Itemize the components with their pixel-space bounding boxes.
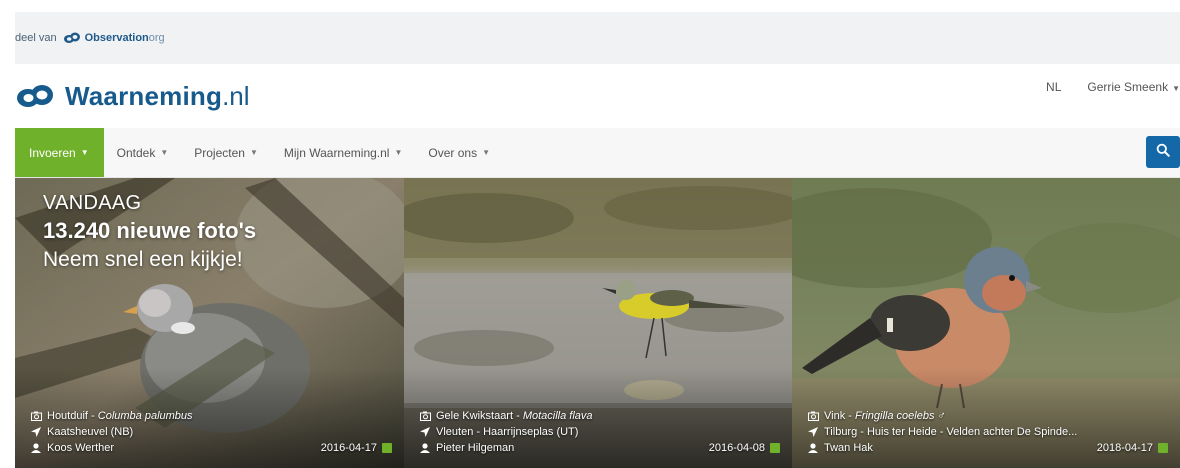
location-arrow-icon (806, 427, 820, 437)
species-row: Vink - Fringilla coelebs ♂ (806, 408, 1168, 424)
chevron-down-icon: ▼ (1172, 84, 1180, 93)
partner-tld: org (148, 32, 165, 44)
observer-row: Pieter Hilgeman 2016-04-08 (418, 440, 780, 456)
scientific-name: Motacilla flava (522, 410, 593, 422)
location-arrow-icon (29, 427, 43, 437)
location-link[interactable]: Kaatsheuvel (NB) (47, 424, 133, 440)
photo-date: 2016-04-08 (708, 442, 765, 454)
location-row: Tilburg - Huis ter Heide - Velden achter… (806, 424, 1168, 440)
photo-date: 2016-04-17 (320, 442, 377, 454)
location-arrow-icon (418, 427, 432, 437)
observer-row: Twan Hak 2018-04-17 (806, 440, 1168, 456)
user-name: Gerrie Smeenk (1087, 80, 1169, 94)
species-name: Houtduif (47, 410, 88, 422)
photo-card[interactable]: Gele Kwikstaart - Motacilla flava Vleute… (404, 178, 792, 468)
promo-count: 13.240 nieuwe foto's (43, 218, 257, 243)
observer-link[interactable]: Twan Hak (824, 440, 873, 456)
validated-icon (382, 443, 392, 453)
observer-link[interactable]: Koos Werther (47, 440, 114, 456)
nav-item-label: Projecten (194, 145, 245, 160)
camera-icon (29, 411, 43, 421)
waarneming-logo-icon (15, 84, 55, 108)
partner-bar: deel van Observationorg (15, 12, 1180, 64)
nav-item-label: Mijn Waarneming.nl (283, 145, 390, 160)
photo-caption: Vink - Fringilla coelebs ♂ Tilburg - Hui… (806, 408, 1168, 456)
species-name: Gele Kwikstaart (436, 410, 514, 422)
user-icon (806, 443, 820, 453)
site-header: Waarneming .nl NL Gerrie Smeenk ▼ (15, 64, 1180, 128)
observer-row: Koos Werther 2016-04-17 (29, 440, 392, 456)
brand-link[interactable]: Waarneming .nl (15, 81, 250, 112)
chevron-down-icon: ▼ (249, 148, 258, 157)
main-nav: Invoeren ▼ Ontdek ▼ Projecten ▼ Mijn Waarne… (15, 128, 1180, 178)
promo-cta: Neem snel een kijkje! (43, 248, 243, 271)
location-row: Vleuten - Haarrijnseplas (UT) (418, 424, 780, 440)
language-selector[interactable]: NL (1046, 80, 1061, 94)
photo-card[interactable]: Vink - Fringilla coelebs ♂ Tilburg - Hui… (792, 178, 1180, 468)
nav-item-over-ons[interactable]: Over ons ▼ (415, 128, 503, 177)
species-row: Gele Kwikstaart - Motacilla flava (418, 408, 780, 424)
observation-logo-icon[interactable] (63, 32, 81, 44)
nav-item-invoeren[interactable]: Invoeren ▼ (15, 128, 104, 177)
species-link[interactable]: Gele Kwikstaart - Motacilla flava (436, 408, 593, 424)
validated-icon (770, 443, 780, 453)
validated-icon (1158, 443, 1168, 453)
brand-tld: .nl (222, 80, 250, 111)
promo-heading: VANDAAG (43, 192, 142, 214)
brand-name: Waarneming (65, 80, 223, 111)
photo-showcase: VANDAAG 13.240 nieuwe foto's Neem snel e… (15, 178, 1180, 468)
nav-item-projecten[interactable]: Projecten ▼ (181, 128, 271, 177)
species-link[interactable]: Vink - Fringilla coelebs ♂ (824, 408, 946, 424)
nav-item-ontdek[interactable]: Ontdek ▼ (104, 128, 182, 177)
location-row: Kaatsheuvel (NB) (29, 424, 392, 440)
user-icon (418, 443, 432, 453)
search-button[interactable] (1146, 136, 1180, 168)
partner-link[interactable]: Observationorg (85, 32, 165, 44)
user-icon (29, 443, 43, 453)
promo-banner[interactable]: VANDAAG 13.240 nieuwe foto's Neem snel e… (43, 192, 256, 272)
location-link[interactable]: Vleuten - Haarrijnseplas (UT) (436, 424, 578, 440)
photo-card[interactable]: VANDAAG 13.240 nieuwe foto's Neem snel e… (15, 178, 404, 468)
nav-item-label: Invoeren (29, 145, 76, 160)
photo-date: 2018-04-17 (1096, 442, 1153, 454)
photo-caption: Houtduif - Columba palumbus Kaatsheuvel … (29, 408, 392, 456)
partner-prefix: deel van (15, 32, 57, 44)
user-menu[interactable]: Gerrie Smeenk ▼ (1087, 80, 1180, 94)
location-link[interactable]: Tilburg - Huis ter Heide - Velden achter… (824, 424, 1077, 440)
photo-caption: Gele Kwikstaart - Motacilla flava Vleute… (418, 408, 780, 456)
camera-icon (806, 411, 820, 421)
chevron-down-icon: ▼ (80, 148, 89, 157)
species-link[interactable]: Houtduif - Columba palumbus (47, 408, 193, 424)
species-row: Houtduif - Columba palumbus (29, 408, 392, 424)
observer-link[interactable]: Pieter Hilgeman (436, 440, 514, 456)
nav-item-label: Over ons (428, 145, 478, 160)
nav-item-mijn-waarneming[interactable]: Mijn Waarneming.nl ▼ (271, 128, 416, 177)
chevron-down-icon: ▼ (482, 148, 490, 157)
chevron-down-icon: ▼ (160, 148, 169, 157)
species-name: Vink (824, 410, 846, 422)
nav-item-label: Ontdek (116, 145, 156, 160)
scientific-name: Columba palumbus (97, 410, 193, 422)
search-icon (1156, 143, 1170, 162)
chevron-down-icon: ▼ (394, 148, 403, 157)
partner-name: Observation (84, 32, 149, 44)
scientific-name: Fringilla coelebs ♂ (854, 410, 946, 422)
camera-icon (418, 411, 432, 421)
header-right: NL Gerrie Smeenk ▼ (1046, 80, 1180, 94)
